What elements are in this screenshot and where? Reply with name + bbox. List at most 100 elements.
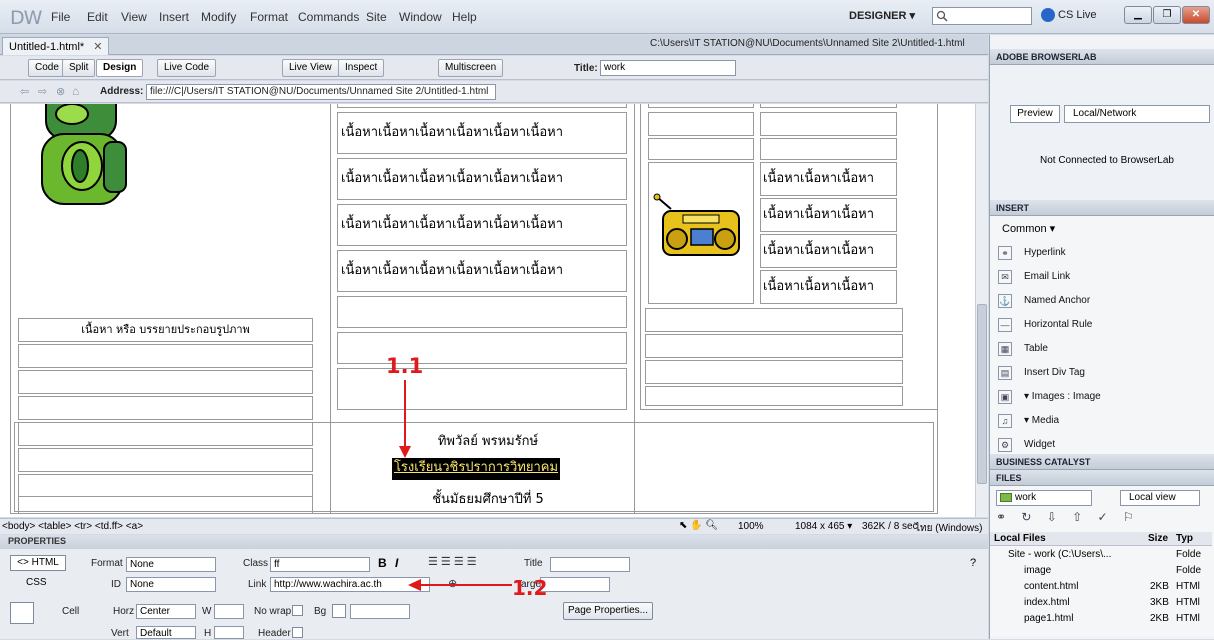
insert-div-tag[interactable]: ▤ Insert Div Tag bbox=[990, 361, 1214, 385]
insert-heading[interactable]: INSERT bbox=[990, 200, 1214, 216]
class-select[interactable]: ff bbox=[270, 557, 370, 572]
content-cell[interactable]: เนื้อหาเนื้อหาเนื้อหาเนื้อหาเนื้อหาเนื้อ… bbox=[337, 250, 627, 292]
file-row[interactable]: index.html 3KB HTMl bbox=[990, 595, 1212, 611]
view-select[interactable]: Local view bbox=[1120, 490, 1200, 506]
files-heading[interactable]: FILES bbox=[990, 470, 1214, 486]
design-view-button[interactable]: Design bbox=[96, 59, 144, 77]
header-checkbox[interactable] bbox=[292, 627, 303, 638]
multiscreen-button[interactable]: Multiscreen bbox=[438, 59, 504, 77]
col-type[interactable]: Typ bbox=[1176, 533, 1193, 544]
format-select[interactable]: None bbox=[126, 557, 216, 572]
italic-button[interactable]: I bbox=[395, 556, 398, 570]
window-size[interactable]: 1084 x 465 ▾ bbox=[795, 521, 852, 532]
menu-view[interactable]: View bbox=[121, 10, 147, 24]
split-view-button[interactable]: Split bbox=[62, 59, 96, 77]
design-view[interactable]: เนื้อหา หรือ บรรยายประกอบรูปภาพ เนื้อหาเ… bbox=[0, 104, 975, 517]
menu-commands[interactable]: Commands bbox=[298, 10, 359, 24]
content-cell[interactable]: เนื้อหาเนื้อหาเนื้อหา bbox=[760, 162, 897, 196]
insert-media[interactable]: ♫ ▾ Media bbox=[990, 409, 1214, 433]
empty-cell[interactable] bbox=[645, 334, 903, 358]
bold-button[interactable]: B bbox=[378, 556, 387, 570]
content-cell[interactable]: เนื้อหาเนื้อหาเนื้อหาเนื้อหาเนื้อหาเนื้อ… bbox=[337, 112, 627, 154]
link-input[interactable]: http://www.wachira.ac.th bbox=[270, 577, 430, 592]
insert-hyperlink[interactable]: ⚭ Hyperlink bbox=[990, 241, 1214, 265]
html-mode-button[interactable]: <> HTML bbox=[10, 555, 66, 571]
col-local-files[interactable]: Local Files bbox=[994, 533, 1046, 544]
live-code-button[interactable]: Live Code bbox=[157, 59, 217, 77]
help-icon[interactable]: ? bbox=[970, 557, 976, 569]
insert-image[interactable]: ▣ ▾ Images : Image bbox=[990, 385, 1214, 409]
content-cell[interactable]: เนื้อหาเนื้อหาเนื้อหา bbox=[760, 270, 897, 304]
col-size[interactable]: Size bbox=[1148, 533, 1168, 544]
live-view-button[interactable]: Live View bbox=[282, 59, 339, 77]
empty-cell[interactable] bbox=[645, 360, 903, 384]
page-properties-button[interactable]: Page Properties... bbox=[563, 602, 653, 620]
school-link[interactable]: โรงเรียนวชิรปราการวิทยาคม bbox=[392, 458, 560, 480]
scroll-thumb[interactable] bbox=[977, 304, 987, 484]
title-attr-input[interactable] bbox=[550, 557, 630, 572]
cs-live-button[interactable]: CS Live bbox=[1058, 9, 1097, 21]
address-input[interactable]: file:///C|/Users/IT STATION@NU/Documents… bbox=[146, 84, 496, 100]
id-select[interactable]: None bbox=[126, 577, 216, 592]
insert-category-select[interactable]: Common ▾ bbox=[990, 216, 1214, 241]
content-cell[interactable]: เนื้อหาเนื้อหาเนื้อหา bbox=[760, 234, 897, 268]
files-toolbar-icons[interactable]: ⚭ ↻ ⇩ ⇧ ✓ ⚐ bbox=[996, 510, 1140, 524]
empty-cell[interactable] bbox=[648, 104, 754, 108]
nowrap-checkbox[interactable] bbox=[292, 605, 303, 616]
browserlab-heading[interactable]: ADOBE BROWSERLAB bbox=[990, 49, 1214, 65]
target-select[interactable] bbox=[540, 577, 610, 592]
menu-edit[interactable]: Edit bbox=[87, 10, 108, 24]
document-title-input[interactable]: work bbox=[600, 60, 736, 76]
empty-cell[interactable] bbox=[760, 104, 897, 108]
browserlab-preview-button[interactable]: Preview bbox=[1010, 105, 1060, 123]
file-row[interactable]: content.html 2KB HTMl bbox=[990, 579, 1212, 595]
empty-cell[interactable] bbox=[337, 104, 627, 108]
file-row[interactable]: Site - work (C:\Users\... Folde bbox=[990, 547, 1212, 563]
workspace-switcher[interactable]: DESIGNER ▾ bbox=[849, 9, 915, 22]
file-row[interactable]: page1.html 2KB HTMl bbox=[990, 611, 1212, 627]
empty-cell[interactable] bbox=[760, 138, 897, 160]
close-tab-icon[interactable]: ✕ bbox=[93, 41, 102, 53]
insert-named-anchor[interactable]: ⚓ Named Anchor bbox=[990, 289, 1214, 313]
content-cell[interactable]: เนื้อหาเนื้อหาเนื้อหาเนื้อหาเนื้อหาเนื้อ… bbox=[337, 158, 627, 200]
menu-modify[interactable]: Modify bbox=[201, 10, 236, 24]
bg-color-input[interactable] bbox=[350, 604, 410, 619]
empty-cell[interactable] bbox=[645, 308, 903, 332]
empty-cell[interactable] bbox=[337, 296, 627, 328]
minimize-button[interactable]: ▁ bbox=[1124, 6, 1152, 24]
inspect-button[interactable]: Inspect bbox=[338, 59, 385, 77]
empty-cell[interactable] bbox=[18, 370, 313, 394]
empty-cell[interactable] bbox=[18, 396, 313, 420]
menu-insert[interactable]: Insert bbox=[159, 10, 189, 24]
select-tool-icon[interactable]: ⬉ ✋ 🔍︎ bbox=[679, 520, 718, 531]
insert-horizontal-rule[interactable]: ― Horizontal Rule bbox=[990, 313, 1214, 337]
insert-table[interactable]: ▦ Table bbox=[990, 337, 1214, 361]
empty-cell[interactable] bbox=[337, 368, 627, 410]
forward-icon[interactable]: ⇨ bbox=[38, 85, 47, 98]
height-input[interactable] bbox=[214, 626, 244, 639]
menu-format[interactable]: Format bbox=[250, 10, 288, 24]
menu-file[interactable]: File bbox=[51, 10, 70, 24]
code-view-button[interactable]: Code bbox=[28, 59, 66, 77]
horz-select[interactable]: Center bbox=[136, 604, 196, 619]
help-search-input[interactable] bbox=[932, 7, 1032, 25]
content-cell[interactable]: เนื้อหาเนื้อหาเนื้อหาเนื้อหาเนื้อหาเนื้อ… bbox=[337, 204, 627, 246]
css-mode-button[interactable]: CSS bbox=[10, 576, 66, 592]
empty-cell[interactable] bbox=[337, 332, 627, 364]
list-buttons-icon[interactable]: ☰ ☰ ☰ ☰ bbox=[428, 555, 477, 568]
maximize-button[interactable]: ❐ bbox=[1153, 6, 1181, 24]
empty-cell[interactable] bbox=[648, 112, 754, 136]
browserlab-source-select[interactable]: Local/Network bbox=[1064, 105, 1210, 123]
home-icon[interactable]: ⌂ bbox=[72, 84, 79, 98]
stop-icon[interactable]: ⊗ bbox=[56, 85, 65, 98]
bg-color-swatch[interactable] bbox=[332, 604, 346, 618]
empty-cell[interactable] bbox=[18, 344, 313, 368]
empty-cell[interactable] bbox=[760, 112, 897, 136]
back-icon[interactable]: ⇦ bbox=[20, 85, 29, 98]
design-scrollbar[interactable] bbox=[975, 104, 988, 517]
close-window-button[interactable]: ✕ bbox=[1182, 6, 1210, 24]
content-cell[interactable]: เนื้อหาเนื้อหาเนื้อหา bbox=[760, 198, 897, 232]
insert-email-link[interactable]: ✉ Email Link bbox=[990, 265, 1214, 289]
width-input[interactable] bbox=[214, 604, 244, 619]
menu-window[interactable]: Window bbox=[399, 10, 442, 24]
